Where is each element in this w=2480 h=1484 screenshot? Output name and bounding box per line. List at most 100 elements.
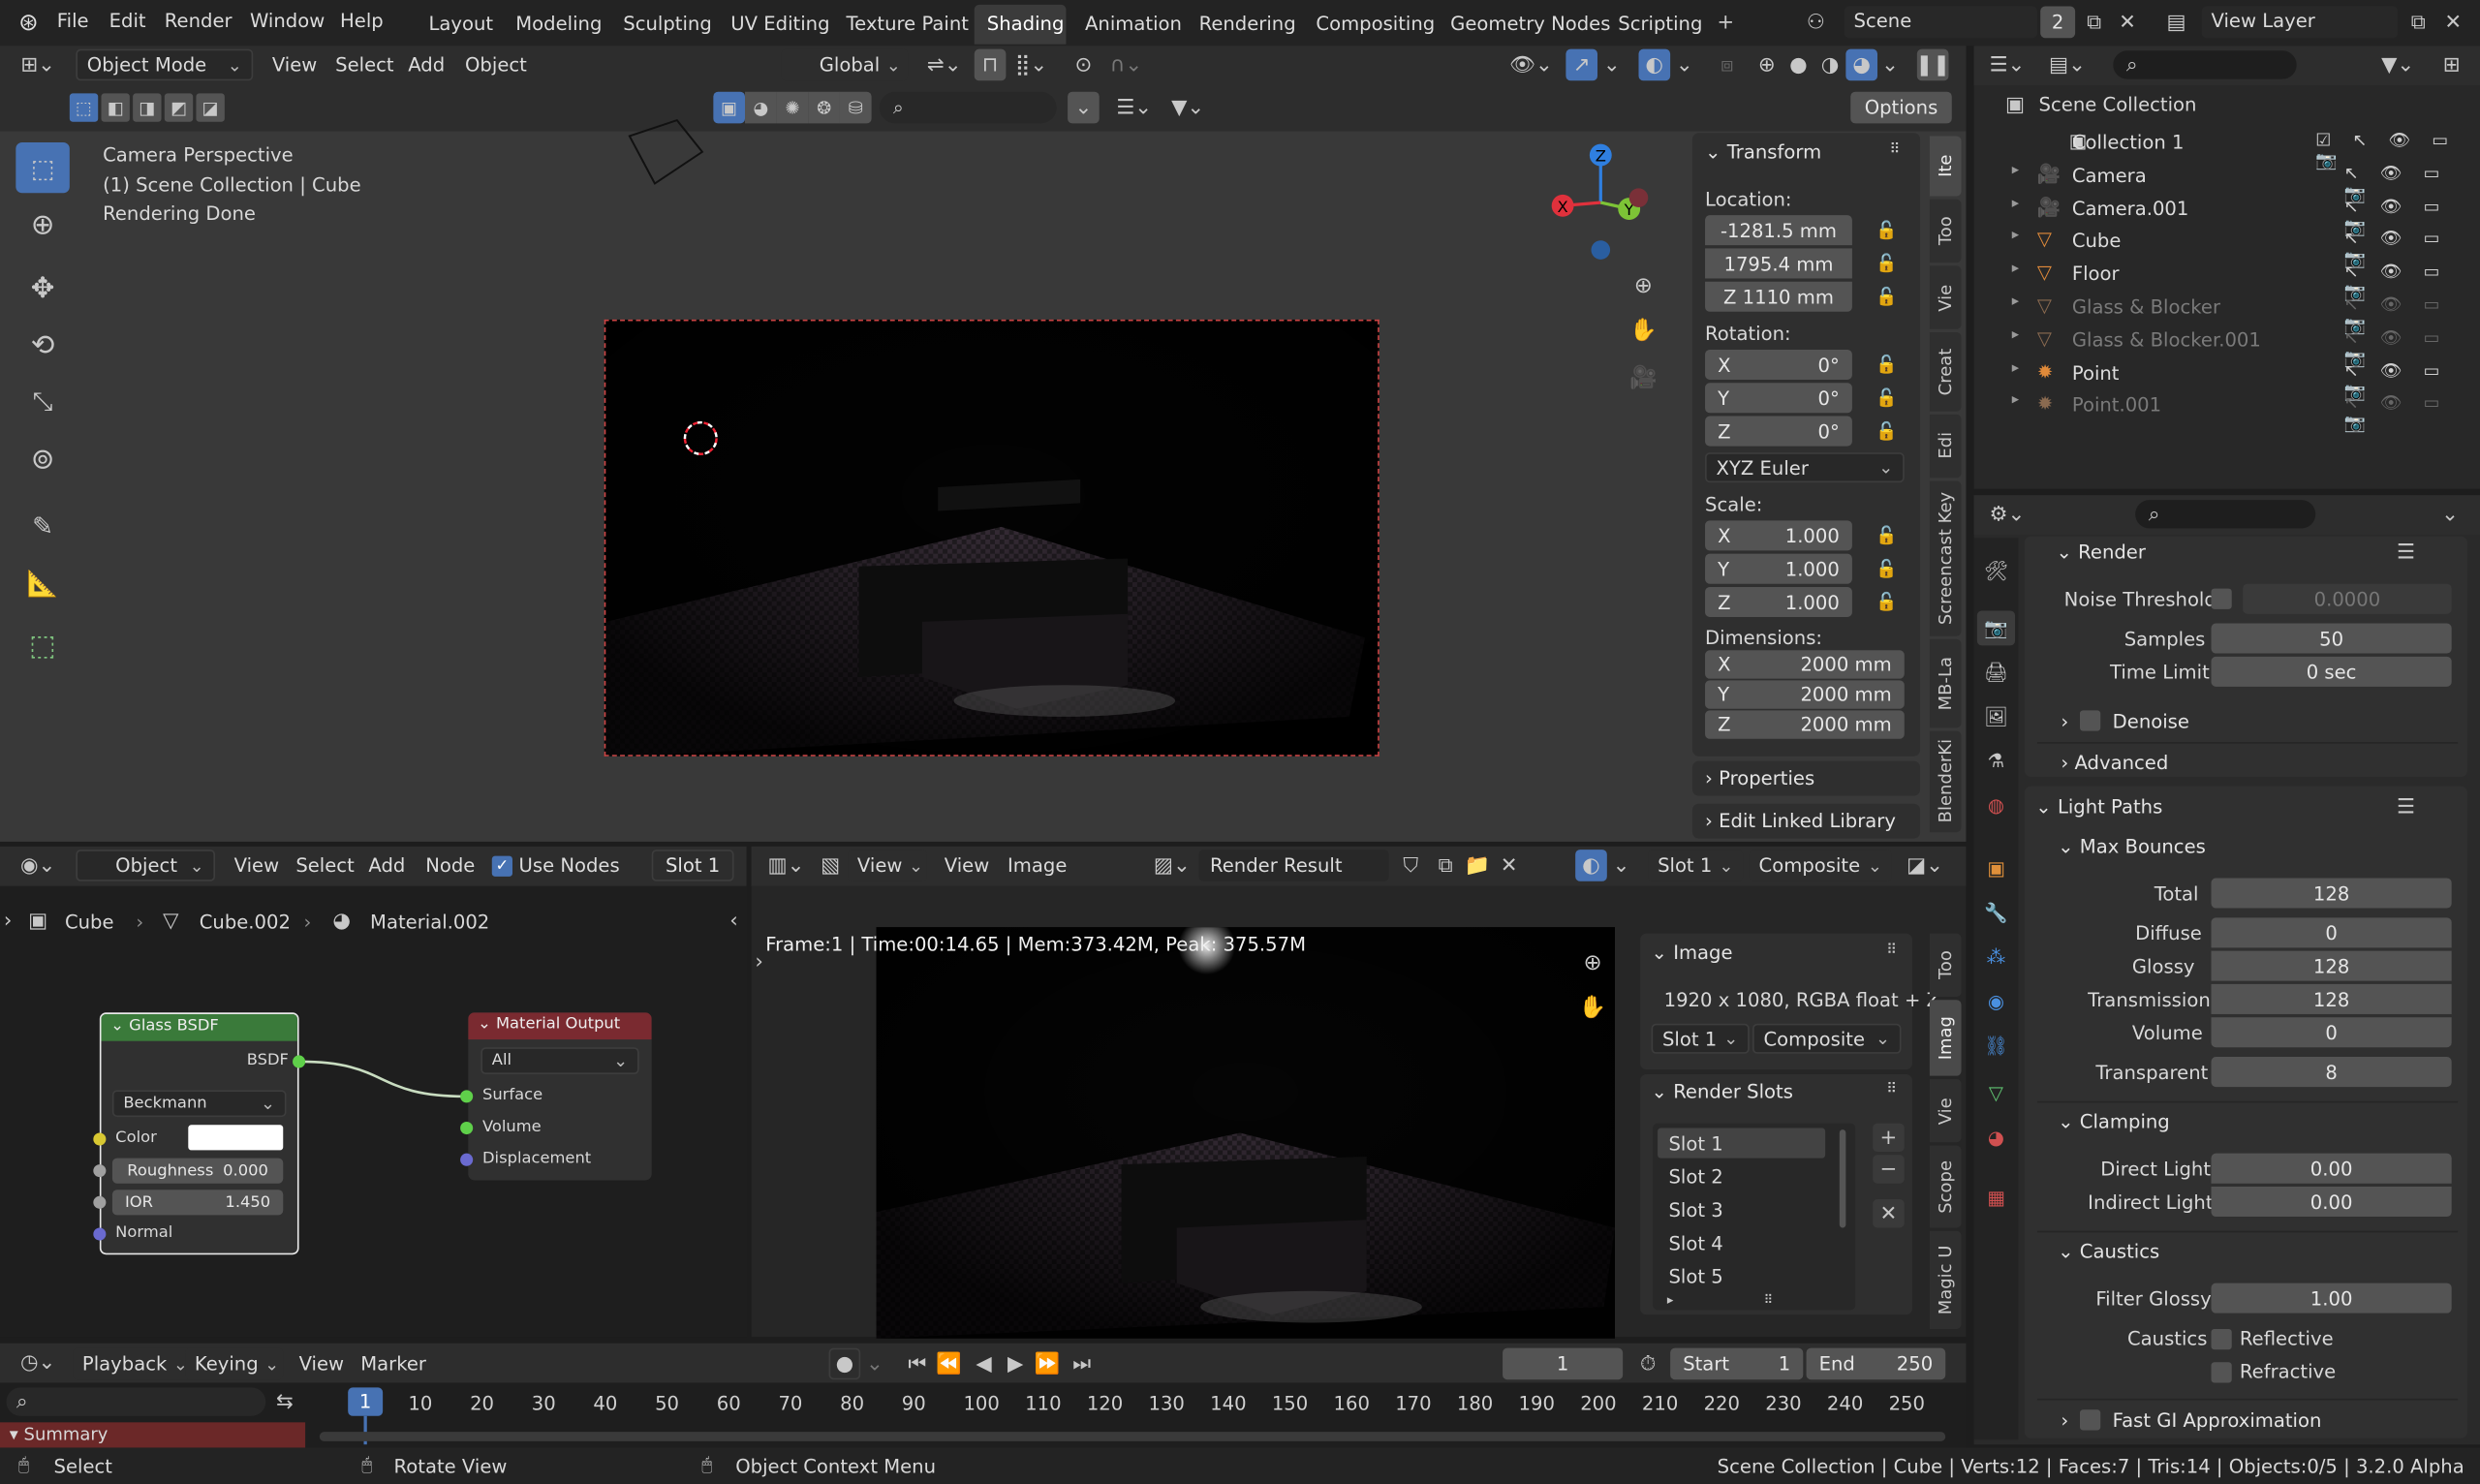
reflective-checkbox[interactable] [2211, 1328, 2232, 1350]
play-reverse-icon[interactable]: ◀ [968, 1348, 1000, 1380]
node-toolbar-toggle-icon[interactable]: › [0, 909, 16, 934]
open-image-icon[interactable]: 📁 [1462, 850, 1494, 881]
location-x-field[interactable]: -1281.5 mm [1705, 215, 1852, 246]
reflective-label[interactable]: Reflective [2240, 1327, 2334, 1349]
expand-icon[interactable]: ▸ [2012, 163, 2019, 178]
image-view-dropdown[interactable]: View [848, 850, 927, 881]
select-intersect-icon[interactable]: ◪ [196, 93, 225, 122]
bounce-transparent-field[interactable]: 8 [2211, 1057, 2452, 1088]
image-editor-type-icon[interactable]: ▥⌄ [762, 851, 810, 880]
image-tab-magic-uv[interactable]: Magic U [1929, 1230, 1962, 1329]
tab-compositing[interactable]: Compositing [1316, 13, 1435, 35]
image-mode-icon[interactable]: ▧ [820, 851, 842, 880]
viewport-visibility-icon[interactable]: 👁⌄ [1509, 49, 1554, 81]
use-nodes-checkbox[interactable]: ✓ [491, 855, 512, 877]
glass-ior-field[interactable]: IOR 1.450 [111, 1190, 284, 1216]
options-button[interactable]: Options [1850, 91, 1952, 124]
tab-shading[interactable]: Shading [987, 13, 1065, 35]
viewport-tab-blenderkit[interactable]: BlenderKi [1929, 730, 1962, 833]
playback-dropdown[interactable]: Playback [73, 1347, 197, 1380]
pan-hand-icon[interactable]: ✋ [1626, 313, 1660, 348]
new-image-icon[interactable]: ⧉ [1430, 850, 1462, 881]
expand-icon[interactable]: ▸ [2012, 196, 2019, 211]
viewport-tab-edit[interactable]: Edi [1929, 414, 1962, 479]
transform-panel-title[interactable]: ⌄ Transform [1705, 140, 1821, 163]
outliner-row[interactable]: ▸ ▽ Floor ↖ 👁 ▭ 📷 [1980, 259, 2473, 302]
preview-range-icon[interactable]: ⏱ [1632, 1348, 1664, 1380]
remove-slot-icon[interactable]: − [1873, 1155, 1905, 1184]
transform-panel-grip-icon[interactable]: ⠿ [1882, 139, 1907, 162]
clear-slot-icon[interactable]: ✕ [1873, 1199, 1905, 1228]
data-tab-icon[interactable]: ▽ [1977, 1076, 2015, 1111]
tab-texture-paint[interactable]: Texture Paint [846, 13, 968, 35]
viewport-tab-screencast-key[interactable]: Screencast Key [1929, 480, 1962, 636]
gizmo-toggle-icon[interactable]: ↗ [1566, 48, 1598, 81]
scene-users[interactable]: 2 [2040, 6, 2076, 39]
render-tab-icon[interactable]: 📷 [1976, 610, 2016, 646]
timeline-swap-icon[interactable]: ⇆ [269, 1387, 301, 1415]
time-limit-field[interactable]: 0 sec [2211, 656, 2452, 687]
end-frame-field[interactable]: End 250 [1806, 1347, 1946, 1380]
dimensions-x-field[interactable]: X 2000 mm [1705, 650, 1905, 679]
scene-collection-label[interactable]: Scene Collection [2039, 93, 2197, 115]
filter-render-icon[interactable]: ⛁ [839, 91, 872, 124]
filter-texture-icon[interactable]: ❂ [808, 91, 840, 124]
direct-light-field[interactable]: 0.00 [2211, 1153, 2452, 1184]
timeline-scrollbar[interactable] [319, 1432, 1946, 1441]
falloff-icon[interactable]: ∩⌄ [1104, 49, 1149, 81]
glass-ior-socket[interactable] [93, 1195, 107, 1209]
render-slots-grip-icon[interactable]: ⠿ [1879, 1079, 1905, 1101]
breadcrumb-object[interactable]: Cube [65, 912, 114, 934]
proportional-edit-icon[interactable]: ⊙ [1070, 49, 1098, 81]
render-slots-expand-icon[interactable]: ▸ [1660, 1291, 1680, 1307]
noise-threshold-field[interactable]: 0.0000 [2243, 583, 2452, 614]
fast-gi-subsection[interactable]: › Fast GI Approximation [2061, 1409, 2321, 1432]
modifier-tab-icon[interactable]: 🔧 [1977, 895, 2015, 930]
outliner-display-mode-icon[interactable]: ▤⌄ [2043, 50, 2091, 78]
node-sidebar-toggle-icon[interactable]: ‹ [725, 909, 744, 934]
glass-normal-socket[interactable] [93, 1227, 107, 1241]
visibility-toggles-icon[interactable]: ↖ 👁 ▭ 📷 [2344, 393, 2474, 434]
node-menu-node[interactable]: Node [425, 854, 475, 877]
select-subtract-icon[interactable]: ◨ [133, 93, 162, 122]
record-icon[interactable]: ● [828, 1347, 861, 1380]
viewport-menu-object[interactable]: Object [465, 54, 527, 77]
funnel-filter-icon[interactable]: ▼⌄ [1164, 92, 1212, 124]
overlay-dropdown-icon[interactable]: ⌄ [1673, 49, 1695, 81]
outliner-row[interactable]: ▸ ▽ Glass & Blocker ↖ 👁 ▭ 📷 [1980, 292, 2473, 335]
location-z-lock-icon[interactable]: 🔓 [1876, 287, 1897, 307]
denoise-checkbox[interactable] [2080, 710, 2101, 731]
expand-icon[interactable]: ▸ [2012, 327, 2019, 343]
denoise-subsection[interactable]: › Denoise [2061, 710, 2189, 732]
world-tab-icon[interactable]: ◍ [1977, 788, 2015, 822]
outliner-row[interactable]: ▸ ✹ Point.001 ↖ 👁 ▭ 📷 [1980, 389, 2473, 434]
snap-target-icon[interactable]: ⣿⌄ [1009, 49, 1054, 81]
viewport-tab-tool[interactable]: Too [1929, 199, 1962, 263]
outliner-editor-type-icon[interactable]: ☰⌄ [1983, 50, 2030, 78]
gizmo-dropdown-icon[interactable]: ⌄ [1600, 49, 1623, 81]
rotation-y-lock-icon[interactable]: 🔓 [1876, 387, 1897, 408]
overlay-toggle-icon[interactable]: ◐ [1638, 48, 1671, 81]
view-layer-icon[interactable]: ▤ [2157, 7, 2195, 39]
breadcrumb-mesh[interactable]: Cube.002 [200, 912, 291, 934]
expand-icon[interactable]: ▸ [2012, 393, 2019, 409]
caustics-title[interactable]: ⌄ Caustics [2058, 1241, 2159, 1263]
play-icon[interactable]: ▶ [1000, 1348, 1032, 1380]
image-tab-image[interactable]: Imag [1929, 1000, 1962, 1076]
refractive-label[interactable]: Refractive [2240, 1361, 2336, 1383]
render-slot-2[interactable]: Slot 2 [1668, 1166, 1722, 1189]
node-menu-view[interactable]: View [234, 854, 280, 877]
image-tab-view[interactable]: Vie [1929, 1078, 1962, 1143]
pivot-icon[interactable]: ⇌⌄ [920, 49, 968, 81]
shading-dropdown-icon[interactable]: ⌄ [1879, 49, 1902, 81]
render-slot-3[interactable]: Slot 3 [1668, 1199, 1722, 1221]
output-tab-icon[interactable]: 🖨 [1977, 655, 2015, 690]
viewport-menu-add[interactable]: Add [408, 54, 445, 77]
bounce-transmission-field[interactable]: 128 [2211, 983, 2452, 1014]
tab-scripting[interactable]: Scripting [1618, 13, 1702, 35]
scene-icon[interactable]: ⚇ [1793, 8, 1838, 36]
samples-field[interactable]: 50 [2211, 623, 2452, 654]
material-tab-icon[interactable]: ◕ [1977, 1120, 2015, 1155]
camera-view-icon[interactable]: 🎥 [1626, 360, 1660, 395]
outliner-row[interactable]: ▸ ▽ Cube ↖ 👁 ▭ 📷 [1980, 226, 2473, 269]
